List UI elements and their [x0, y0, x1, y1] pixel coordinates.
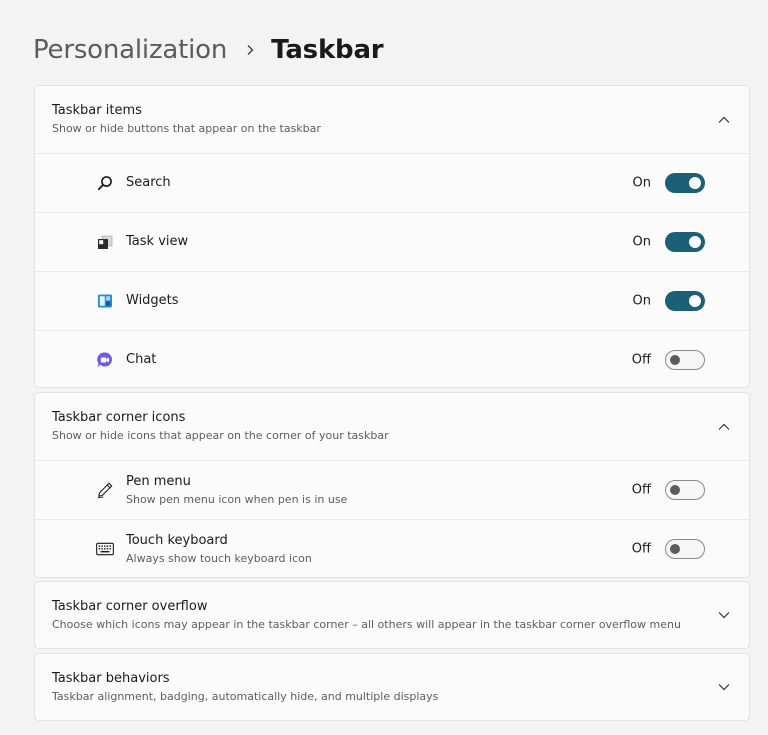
setting-label: Touch keyboard	[126, 533, 228, 548]
section-title: Taskbar corner icons	[52, 410, 186, 425]
toggle-knob	[689, 295, 701, 307]
taskbar-items-header[interactable]: Taskbar items Show or hide buttons that …	[35, 86, 749, 153]
setting-description: Always show touch keyboard icon	[126, 552, 312, 565]
taskbar-corner-icons-header[interactable]: Taskbar corner icons Show or hide icons …	[35, 393, 749, 460]
setting-label: Pen menu	[126, 474, 191, 489]
toggle-knob	[670, 544, 680, 554]
setting-label: Widgets	[126, 293, 179, 308]
section-subtitle: Show or hide icons that appear on the co…	[52, 429, 389, 442]
toggle-knob	[670, 485, 680, 495]
search-toggle[interactable]	[665, 173, 705, 193]
section-subtitle: Taskbar alignment, badging, automaticall…	[52, 689, 439, 703]
chevron-down-icon[interactable]	[716, 679, 732, 695]
toggle-state-label: On	[632, 234, 651, 250]
breadcrumb-parent[interactable]: Personalization	[33, 35, 227, 65]
setting-row-pen-menu: Pen menu Show pen menu icon when pen is …	[35, 460, 749, 519]
section-title: Taskbar corner overflow	[52, 598, 208, 614]
toggle-state-label: Off	[631, 541, 651, 557]
taskbar-behaviors-section[interactable]: Taskbar behaviors Taskbar alignment, bad…	[34, 653, 750, 721]
pen-menu-toggle[interactable]	[665, 480, 705, 500]
setting-label: Chat	[126, 352, 157, 367]
toggle-state-label: On	[632, 293, 651, 309]
setting-row-touch-keyboard: Touch keyboard Always show touch keyboar…	[35, 519, 749, 577]
touch-keyboard-toggle[interactable]	[665, 539, 705, 559]
setting-description: Show pen menu icon when pen is in use	[126, 493, 348, 506]
chat-toggle[interactable]	[665, 350, 705, 370]
taskbar-corner-icons-section: Taskbar corner icons Show or hide icons …	[34, 392, 750, 578]
taskbar-behaviors-header[interactable]: Taskbar behaviors Taskbar alignment, bad…	[35, 654, 749, 720]
setting-row-widgets: Widgets On	[35, 271, 749, 330]
task-view-icon	[96, 233, 114, 251]
setting-row-task-view: Task view On	[35, 212, 749, 271]
toggle-knob	[670, 355, 680, 365]
widgets-toggle[interactable]	[665, 291, 705, 311]
section-title: Taskbar behaviors	[52, 670, 170, 686]
chevron-up-icon[interactable]	[716, 419, 732, 435]
chevron-up-icon[interactable]	[716, 112, 732, 128]
chevron-right-icon	[245, 44, 255, 56]
setting-row-chat: Chat Off	[35, 330, 749, 387]
taskbar-corner-overflow-section[interactable]: Taskbar corner overflow Choose which ico…	[34, 581, 750, 649]
breadcrumb: Personalization Taskbar	[33, 30, 384, 70]
setting-label: Task view	[126, 234, 189, 249]
toggle-knob	[689, 236, 701, 248]
setting-label: Search	[126, 175, 171, 190]
toggle-state-label: Off	[631, 482, 651, 498]
section-subtitle: Show or hide buttons that appear on the …	[52, 122, 321, 135]
toggle-state-label: Off	[631, 352, 651, 368]
setting-row-search: Search On	[35, 153, 749, 212]
page-title: Taskbar	[271, 35, 384, 65]
toggle-knob	[689, 177, 701, 189]
toggle-state-label: On	[632, 175, 651, 191]
keyboard-icon	[96, 540, 114, 558]
widgets-icon	[96, 292, 114, 310]
chevron-down-icon[interactable]	[716, 607, 732, 623]
section-subtitle: Choose which icons may appear in the tas…	[52, 617, 681, 631]
task-view-toggle[interactable]	[665, 232, 705, 252]
pen-icon	[96, 481, 114, 499]
chat-icon	[96, 351, 114, 369]
section-title: Taskbar items	[52, 103, 142, 118]
search-icon	[96, 174, 114, 192]
taskbar-items-section: Taskbar items Show or hide buttons that …	[34, 85, 750, 388]
taskbar-corner-overflow-header[interactable]: Taskbar corner overflow Choose which ico…	[35, 582, 749, 648]
